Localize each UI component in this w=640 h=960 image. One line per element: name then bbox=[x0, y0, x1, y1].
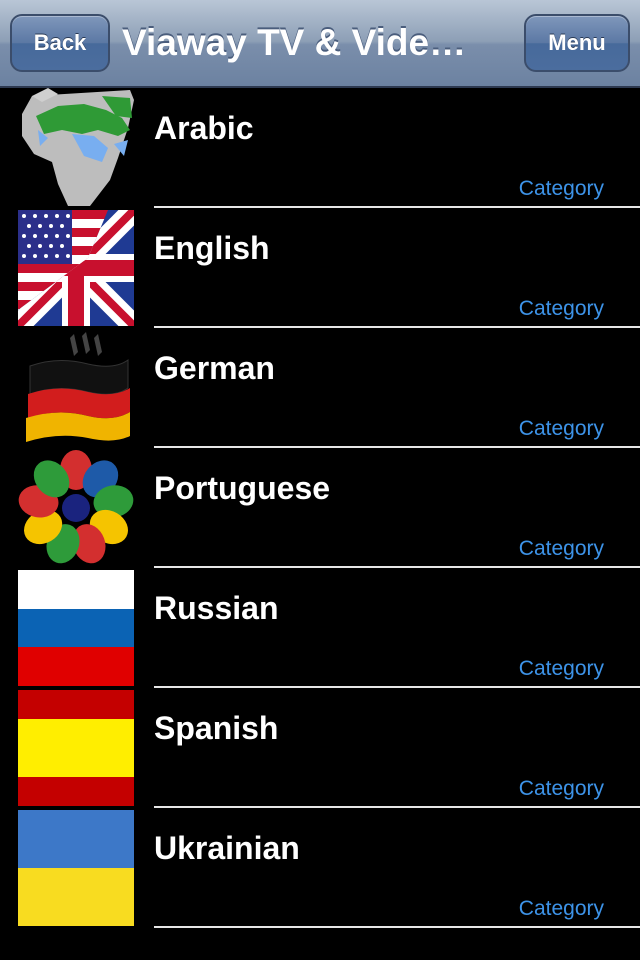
language-name: Russian bbox=[154, 590, 279, 626]
category-link[interactable]: Category bbox=[519, 176, 604, 202]
list-item-russian[interactable]: Russian Category bbox=[0, 568, 640, 688]
spain-flag-icon bbox=[18, 690, 134, 806]
list-item-german[interactable]: German Category bbox=[0, 328, 640, 448]
language-name: German bbox=[154, 350, 275, 386]
list-item-ukrainian[interactable]: Ukrainian Category bbox=[0, 808, 640, 928]
ukraine-flag-icon bbox=[18, 810, 134, 926]
language-name: Portuguese bbox=[154, 470, 331, 506]
list-item-portuguese[interactable]: Portuguese Category bbox=[0, 448, 640, 568]
list-item-english[interactable]: English Category bbox=[0, 208, 640, 328]
page-title: Viaway TV & Vide… bbox=[122, 22, 467, 63]
lusophone-flags-icon bbox=[18, 450, 134, 566]
category-link[interactable]: Category bbox=[519, 536, 604, 562]
language-name: Ukrainian bbox=[154, 830, 300, 866]
menu-button[interactable]: Menu bbox=[524, 14, 630, 72]
language-list: Arabic Category English Category German … bbox=[0, 88, 640, 928]
back-button[interactable]: Back bbox=[10, 14, 110, 72]
category-link[interactable]: Category bbox=[519, 776, 604, 802]
navigation-bar: Back Viaway TV & Vide… Menu bbox=[0, 0, 640, 88]
category-link[interactable]: Category bbox=[519, 656, 604, 682]
us-uk-flag-icon bbox=[18, 210, 134, 326]
category-link[interactable]: Category bbox=[519, 896, 604, 922]
list-item-arabic[interactable]: Arabic Category bbox=[0, 88, 640, 208]
row-divider bbox=[154, 926, 640, 928]
germany-flag-icon bbox=[18, 330, 134, 446]
language-name: Arabic bbox=[154, 110, 254, 146]
russia-flag-icon bbox=[18, 570, 134, 686]
language-name: English bbox=[154, 230, 270, 266]
arab-world-map-icon bbox=[18, 88, 134, 206]
list-item-spanish[interactable]: Spanish Category bbox=[0, 688, 640, 808]
language-name: Spanish bbox=[154, 710, 279, 746]
category-link[interactable]: Category bbox=[519, 416, 604, 442]
category-link[interactable]: Category bbox=[519, 296, 604, 322]
